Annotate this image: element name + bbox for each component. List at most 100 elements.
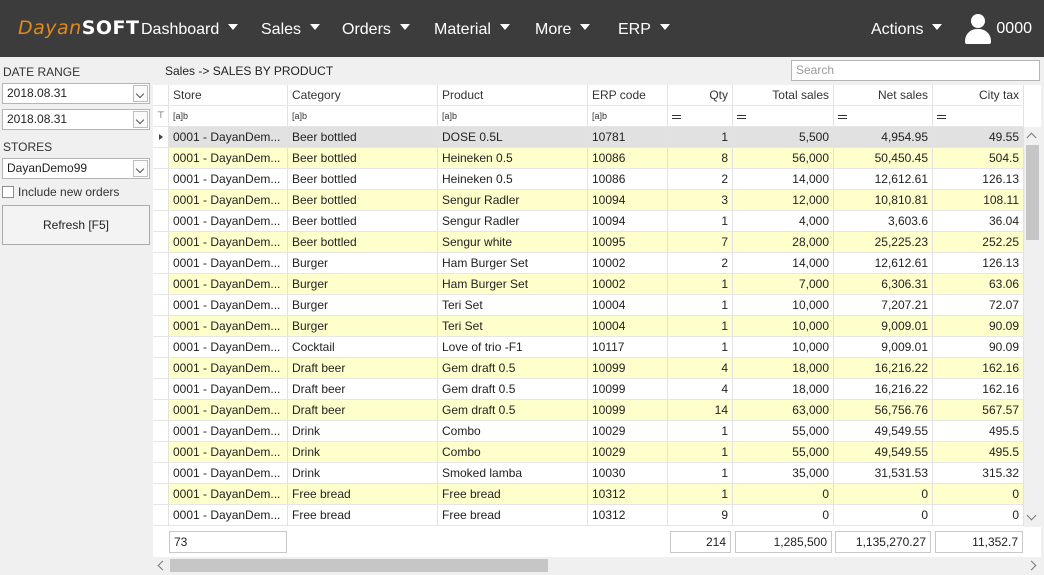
- row-indicator[interactable]: [153, 484, 169, 505]
- row-indicator[interactable]: [153, 337, 169, 358]
- horizontal-scrollbar[interactable]: [153, 557, 1041, 574]
- nav-more-label: More: [535, 21, 572, 38]
- column-header-total-sales[interactable]: Total sales: [733, 85, 834, 106]
- chevron-down-icon[interactable]: [133, 160, 148, 177]
- scroll-thumb[interactable]: [170, 559, 548, 572]
- cell-store: 0001 - DayanDem...: [169, 127, 288, 148]
- table-row[interactable]: 0001 - DayanDem... Draft beer Gem draft 0.…: [153, 379, 1041, 400]
- cell-qty: 1: [668, 274, 733, 295]
- table-row[interactable]: 0001 - DayanDem... Burger Teri Set 10004 1 10…: [153, 316, 1041, 337]
- table-row[interactable]: 0001 - DayanDem... Drink Smoked lamba 10030…: [153, 463, 1041, 484]
- nav-sales[interactable]: Sales: [261, 0, 321, 57]
- row-indicator[interactable]: [153, 505, 169, 526]
- row-indicator[interactable]: [153, 421, 169, 442]
- table-row[interactable]: 0001 - DayanDem... Beer bottled Sengur Rad…: [153, 211, 1041, 232]
- table-row[interactable]: 0001 - DayanDem... Free bread Free bread 10…: [153, 505, 1041, 526]
- table-row[interactable]: 0001 - DayanDem... Burger Ham Burger Set 10…: [153, 274, 1041, 295]
- date-to-picker[interactable]: 2018.08.31: [2, 109, 150, 130]
- column-header-category[interactable]: Category: [288, 85, 438, 106]
- table-row[interactable]: 0001 - DayanDem... Beer bottled DOSE 0.5L 1…: [153, 127, 1041, 148]
- cell-product: Gem draft 0.5: [438, 358, 588, 379]
- row-indicator[interactable]: [153, 442, 169, 463]
- cell-erp-code: 10312: [588, 505, 668, 526]
- row-indicator[interactable]: [153, 169, 169, 190]
- vertical-scrollbar[interactable]: [1024, 127, 1041, 527]
- row-indicator[interactable]: [153, 211, 169, 232]
- table-row[interactable]: 0001 - DayanDem... Beer bottled Sengur Rad…: [153, 190, 1041, 211]
- table-row[interactable]: 0001 - DayanDem... Beer bottled Heineken 0…: [153, 148, 1041, 169]
- table-row[interactable]: 0001 - DayanDem... Beer bottled Sengur whi…: [153, 232, 1041, 253]
- cell-total-sales: 56,000: [733, 148, 834, 169]
- table-row[interactable]: 0001 - DayanDem... Burger Teri Set 10004 1 10…: [153, 295, 1041, 316]
- column-header-city-tax[interactable]: City tax: [933, 85, 1024, 106]
- table-row[interactable]: 0001 - DayanDem... Draft beer Gem draft 0.…: [153, 358, 1041, 379]
- scroll-right-icon[interactable]: [1026, 560, 1037, 571]
- scroll-left-icon[interactable]: [157, 560, 168, 571]
- include-new-orders-checkbox[interactable]: [2, 186, 14, 198]
- row-indicator[interactable]: [153, 316, 169, 337]
- cell-qty: 2: [668, 253, 733, 274]
- store-select[interactable]: DayanDemo99: [2, 158, 150, 179]
- nav-erp[interactable]: ERP: [618, 0, 670, 57]
- user-menu[interactable]: 0000: [964, 12, 1032, 46]
- nav-orders[interactable]: Orders: [342, 0, 410, 57]
- cell-qty: 1: [668, 484, 733, 505]
- column-header-net-sales[interactable]: Net sales: [834, 85, 933, 106]
- table-row[interactable]: 0001 - DayanDem... Draft beer Gem draft 0.…: [153, 400, 1041, 421]
- table-row[interactable]: 0001 - DayanDem... Free bread Free bread 10…: [153, 484, 1041, 505]
- cell-store: 0001 - DayanDem...: [169, 295, 288, 316]
- column-header-product[interactable]: Product: [438, 85, 588, 106]
- table-row[interactable]: 0001 - DayanDem... Cocktail Love of trio -…: [153, 337, 1041, 358]
- nav-dashboard-label: Dashboard: [141, 21, 220, 38]
- filter-store[interactable]: [a]b: [169, 106, 288, 127]
- row-indicator[interactable]: [153, 232, 169, 253]
- search-input[interactable]: Search: [791, 60, 1040, 81]
- nav-more[interactable]: More: [535, 0, 591, 57]
- row-indicator[interactable]: [153, 463, 169, 484]
- cell-store: 0001 - DayanDem...: [169, 148, 288, 169]
- filter-qty[interactable]: [668, 106, 733, 127]
- row-indicator[interactable]: [153, 274, 169, 295]
- filter-total-sales[interactable]: [733, 106, 834, 127]
- row-indicator[interactable]: [153, 190, 169, 211]
- cell-product: Gem draft 0.5: [438, 400, 588, 421]
- nav-dashboard[interactable]: Dashboard: [141, 0, 239, 57]
- chevron-down-icon[interactable]: [133, 111, 148, 128]
- user-icon: [964, 12, 992, 46]
- table-row[interactable]: 0001 - DayanDem... Burger Ham Burger Set 10…: [153, 253, 1041, 274]
- scroll-up-icon[interactable]: [1026, 132, 1037, 143]
- date-from-picker[interactable]: 2018.08.31: [2, 83, 150, 104]
- filter-net-sales[interactable]: [834, 106, 933, 127]
- column-header-row[interactable]: Store Category Product ERP code Qty Total sal…: [153, 85, 1041, 106]
- refresh-button[interactable]: Refresh [F5]: [2, 205, 150, 245]
- column-header-erp-code[interactable]: ERP code: [588, 85, 668, 106]
- filter-city-tax[interactable]: [933, 106, 1024, 127]
- row-indicator[interactable]: [153, 358, 169, 379]
- table-row[interactable]: 0001 - DayanDem... Drink Combo 10029 1 55,000…: [153, 442, 1041, 463]
- row-indicator[interactable]: [153, 253, 169, 274]
- filter-product[interactable]: [a]b: [438, 106, 588, 127]
- row-indicator[interactable]: [153, 400, 169, 421]
- cell-category: Burger: [288, 316, 438, 337]
- nav-material[interactable]: Material: [434, 0, 510, 57]
- chevron-down-icon[interactable]: [133, 85, 148, 102]
- scroll-down-icon[interactable]: [1026, 510, 1037, 521]
- row-indicator[interactable]: [153, 148, 169, 169]
- filter-row[interactable]: ⊤ [a]b [a]b [a]b [a]b: [153, 106, 1041, 127]
- nav-actions[interactable]: Actions: [871, 0, 943, 57]
- include-new-orders-toggle[interactable]: Include new orders: [2, 185, 119, 199]
- filter-category[interactable]: [a]b: [288, 106, 438, 127]
- column-header-store[interactable]: Store: [169, 85, 288, 106]
- scroll-thumb[interactable]: [1026, 145, 1039, 240]
- row-indicator[interactable]: [153, 295, 169, 316]
- dayansoft-logo[interactable]: DayanSOFT: [18, 17, 139, 39]
- cell-erp-code: 10086: [588, 148, 668, 169]
- table-row[interactable]: 0001 - DayanDem... Beer bottled Heineken 0…: [153, 169, 1041, 190]
- table-row[interactable]: 0001 - DayanDem... Drink Combo 10029 1 55,000…: [153, 421, 1041, 442]
- cell-erp-code: 10312: [588, 484, 668, 505]
- filter-erp-code[interactable]: [a]b: [588, 106, 668, 127]
- column-header-qty[interactable]: Qty: [668, 85, 733, 106]
- row-indicator[interactable]: [153, 127, 169, 148]
- row-indicator[interactable]: [153, 379, 169, 400]
- date-to-value: 2018.08.31: [7, 112, 68, 126]
